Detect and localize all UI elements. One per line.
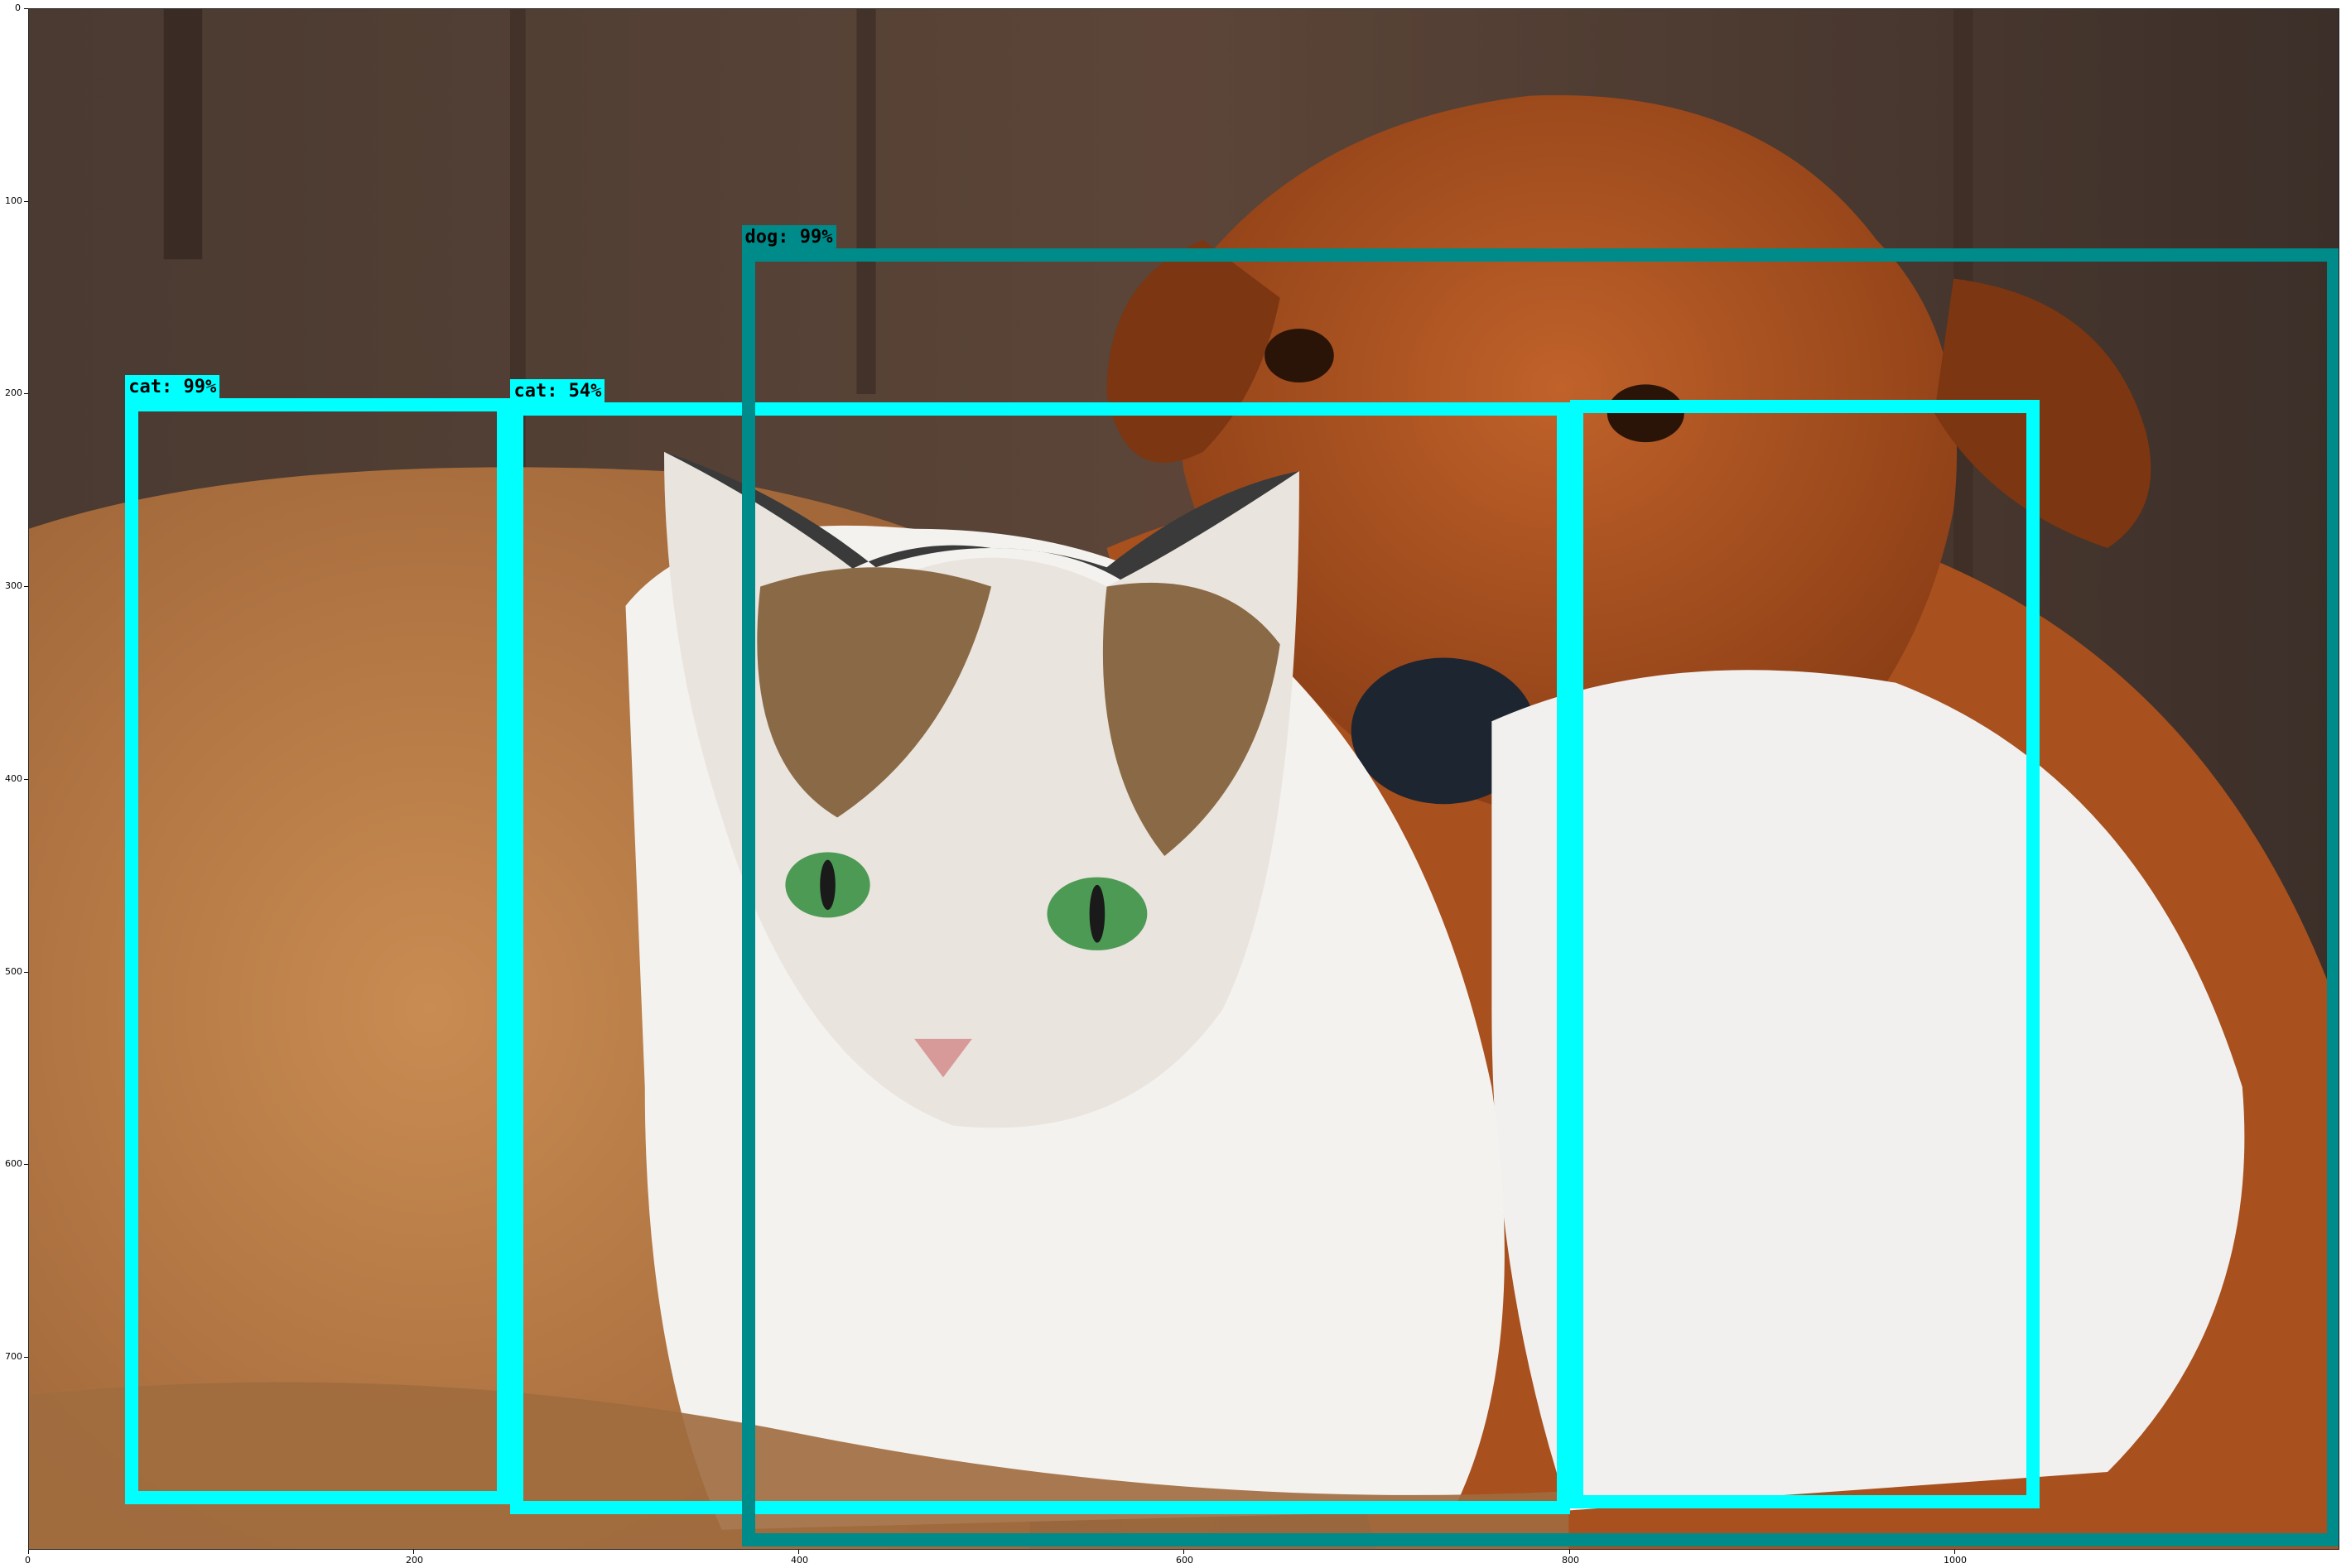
x-tick-mark xyxy=(1954,1550,1955,1554)
bbox-cat-1 xyxy=(125,398,511,1505)
bbox-label-dog: dog: 99% xyxy=(741,224,836,248)
x-tick-mark xyxy=(798,1550,799,1554)
x-tick-label: 400 xyxy=(791,1555,808,1566)
y-tick-mark xyxy=(24,1164,28,1165)
y-tick-mark xyxy=(24,8,28,9)
y-tick-label: 700 xyxy=(5,1351,22,1362)
y-tick-label: 500 xyxy=(5,966,22,977)
y-tick-mark xyxy=(24,779,28,780)
y-tick-mark xyxy=(24,586,28,587)
bbox-dog xyxy=(741,248,2339,1547)
y-tick-mark xyxy=(24,972,28,973)
y-tick-label: 200 xyxy=(5,387,22,398)
plot-area: cat: 99% cat: 54% dog: 99% xyxy=(28,8,2339,1550)
x-tick-label: 600 xyxy=(1176,1555,1193,1566)
x-tick-mark xyxy=(413,1550,414,1554)
y-tick-label: 0 xyxy=(15,2,21,13)
bbox-label-cat-1: cat: 99% xyxy=(125,375,220,399)
x-tick-mark xyxy=(28,1550,29,1554)
x-tick-label: 1000 xyxy=(1944,1555,1967,1566)
y-tick-mark xyxy=(24,393,28,394)
bbox-label-cat-2: cat: 54% xyxy=(510,378,605,402)
y-tick-label: 600 xyxy=(5,1158,22,1169)
x-tick-mark xyxy=(1569,1550,1570,1554)
x-tick-label: 800 xyxy=(1562,1555,1579,1566)
y-tick-label: 100 xyxy=(5,195,22,206)
detection-figure: cat: 99% cat: 54% dog: 99% 0 200 400 600… xyxy=(0,0,2346,1568)
x-tick-label: 0 xyxy=(25,1555,31,1566)
x-tick-label: 200 xyxy=(406,1555,423,1566)
y-tick-mark xyxy=(24,201,28,202)
y-tick-mark xyxy=(24,1357,28,1358)
x-tick-mark xyxy=(1183,1550,1184,1554)
y-tick-label: 300 xyxy=(5,580,22,591)
y-tick-label: 400 xyxy=(5,773,22,784)
